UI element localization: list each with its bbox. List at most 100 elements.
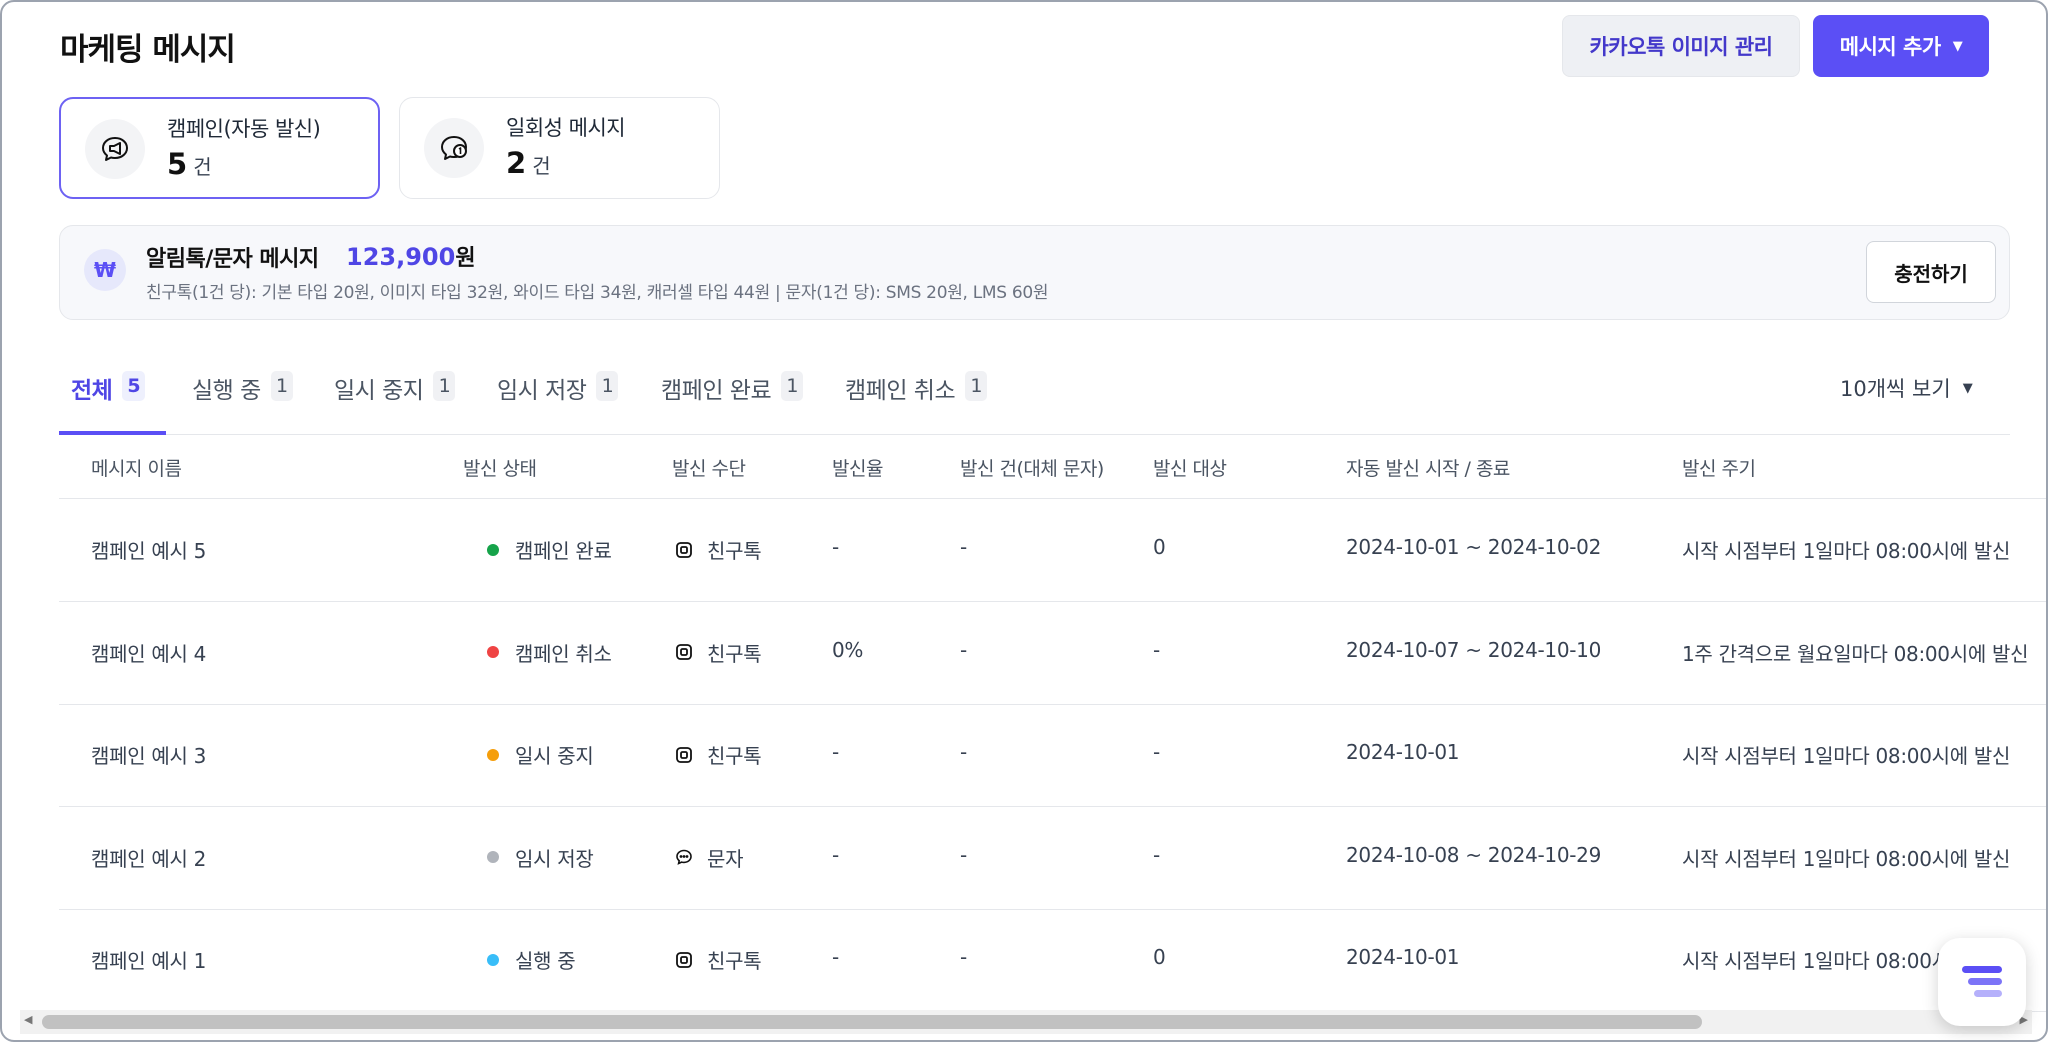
- col-period: 자동 발신 시작 / 종료: [1346, 458, 1510, 480]
- status-label: 캠페인 취소: [515, 641, 612, 666]
- col-rate: 발신율: [832, 458, 883, 480]
- status-label: 캠페인 완료: [515, 539, 612, 563]
- rate-cell: -: [832, 535, 839, 559]
- one-time-stat-card[interactable]: 일회성 메시지 2건: [399, 97, 720, 199]
- table-row[interactable]: 캠페인 예시 1 실행 중 친구톡 - -0 2024-10-01 시작 시점부터 1일마다…: [59, 910, 2046, 1012]
- status-cell: 임시 저장: [487, 843, 594, 872]
- col-target: 발신 대상: [1153, 458, 1227, 480]
- channel-label: 문자: [707, 846, 744, 871]
- friendtalk-icon: [675, 643, 693, 661]
- tab-running[interactable]: 실행 중1: [192, 371, 293, 435]
- period-cell: 2024-10-01: [1346, 945, 1460, 969]
- add-message-button[interactable]: 메시지 추가 ▼: [1813, 15, 1989, 77]
- period-cell: 2024-10-07 ~ 2024-10-10: [1346, 637, 1602, 662]
- cycle-cell: 시작 시점부터 1일마다 08:00시에 발신: [1682, 539, 2011, 563]
- status-dot-icon: [487, 543, 499, 556]
- scrollbar-thumb[interactable]: [42, 1015, 1702, 1029]
- cycle-cell: 시작 시점부터 1일마다 08:00시에 발신: [1682, 846, 2011, 871]
- table-row[interactable]: 캠페인 예시 3 일시 중지 친구톡 - - - 2024-10-01 시작 시점부터 1일마…: [59, 705, 2046, 807]
- scroll-left-icon[interactable]: ◀: [24, 1013, 32, 1026]
- caret-down-icon: ▼: [1962, 380, 1973, 396]
- status-cell: 실행 중: [487, 945, 576, 974]
- status-dot-icon: [487, 851, 499, 863]
- sent-cell: -: [960, 842, 967, 867]
- campaign-stat-count: 5건: [167, 147, 212, 181]
- horizontal-scrollbar[interactable]: ◀ ▶: [20, 1010, 2032, 1034]
- status-cell: 일시 중지: [487, 740, 594, 769]
- table-row[interactable]: 캠페인 예시 2 임시 저장 문자 - - - 2024-10-08 ~ 2024-10-2…: [59, 808, 2046, 910]
- tab-draft[interactable]: 임시 저장 1: [497, 371, 619, 435]
- tab-completed[interactable]: 캠페인 완료 1: [661, 371, 804, 435]
- rate-cell: -: [832, 740, 839, 764]
- cycle-cell: 시작 시점부터 1일마다 08:00시에 발신: [1682, 744, 2011, 768]
- channel-label: 친구톡: [707, 949, 762, 973]
- period-cell: 2024-10-01: [1346, 740, 1460, 764]
- app-window: 마케팅 메시지 카카오톡 이미지 관리 메시지 추가 ▼ 캠페인(자동 발신) …: [0, 0, 2048, 1042]
- channel-label: 친구톡: [707, 641, 762, 666]
- sent-cell: -: [960, 740, 967, 764]
- message-name[interactable]: 캠페인 예시 5: [91, 535, 206, 564]
- friendtalk-icon: [675, 746, 693, 764]
- menu-lines-icon: [1962, 966, 2002, 997]
- period-cell: 2024-10-08 ~ 2024-10-29: [1346, 842, 1602, 867]
- col-cycle: 발신 주기: [1682, 458, 1756, 480]
- channel-label: 친구톡: [707, 539, 762, 563]
- message-name[interactable]: 캠페인 예시 1: [91, 945, 206, 974]
- friendtalk-icon: [675, 951, 693, 969]
- channel-cell: 문자: [675, 843, 744, 872]
- channel-cell: 친구톡: [675, 945, 762, 974]
- sent-cell: -: [960, 945, 967, 969]
- chat-one-icon: [424, 118, 484, 178]
- charge-button[interactable]: 충전하기: [1866, 241, 1996, 303]
- col-channel: 발신 수단: [672, 458, 746, 480]
- sent-cell: -: [960, 535, 967, 559]
- channel-cell: 친구톡: [675, 638, 762, 667]
- kakao-image-manage-button[interactable]: 카카오톡 이미지 관리: [1562, 15, 1800, 77]
- message-name[interactable]: 캠페인 예시 2: [91, 843, 206, 872]
- sent-cell: -: [960, 637, 967, 662]
- col-status: 발신 상태: [463, 458, 537, 480]
- active-tab-underline: [59, 431, 166, 435]
- cycle-cell: 1주 간격으로 월요일마다 08:00시에 발신: [1682, 641, 2029, 666]
- campaign-stat-label: 캠페인(자동 발신): [167, 117, 321, 141]
- message-balance-panel: ₩ 알림톡/문자 메시지 123,900원 친구톡(1건 당): 기본 타입 2…: [59, 225, 2010, 320]
- sms-icon: [675, 848, 693, 866]
- status-tabs: 전체 5 실행 중1 일시 중지 1 임시 저장 1 캠페인 완료 1 캠페인 취소 1 …: [59, 357, 2010, 435]
- target-cell: -: [1153, 740, 1160, 764]
- status-label: 임시 저장: [515, 846, 594, 871]
- target-cell: 0: [1153, 945, 1166, 969]
- status-label: 일시 중지: [515, 744, 594, 768]
- balance-title: 알림톡/문자 메시지: [146, 247, 319, 272]
- status-dot-icon: [487, 646, 499, 658]
- won-icon: ₩: [84, 249, 126, 291]
- target-cell: 0: [1153, 535, 1166, 559]
- status-dot-icon: [487, 748, 499, 761]
- campaign-stat-card[interactable]: 캠페인(자동 발신) 5건: [59, 97, 380, 199]
- add-message-label: 메시지 추가: [1839, 35, 1941, 59]
- message-name[interactable]: 캠페인 예시 4: [91, 638, 206, 667]
- channel-label: 친구톡: [707, 744, 762, 768]
- status-cell: 캠페인 완료: [487, 535, 612, 564]
- status-cell: 캠페인 취소: [487, 638, 612, 667]
- tab-paused[interactable]: 일시 중지 1: [334, 371, 456, 435]
- col-sent: 발신 건(대체 문자): [960, 458, 1104, 480]
- channel-cell: 친구톡: [675, 740, 762, 769]
- tab-cancelled[interactable]: 캠페인 취소 1: [845, 371, 988, 435]
- target-cell: -: [1153, 637, 1160, 662]
- one-time-stat-label: 일회성 메시지: [506, 116, 626, 140]
- table-header: 메시지 이름 발신 상태 발신 수단 발신율 발신 건(대체 문자) 발신 대상…: [59, 436, 2046, 499]
- page-size-select[interactable]: 10개씩 보기 ▼: [1840, 373, 1973, 403]
- megaphone-chat-icon: [85, 119, 145, 179]
- rate-cell: -: [832, 945, 839, 969]
- pricing-description: 친구톡(1건 당): 기본 타입 20원, 이미지 타입 32원, 와이드 타입…: [146, 283, 1049, 303]
- help-chat-button[interactable]: [1938, 938, 2026, 1026]
- balance-amount: 123,900원: [346, 243, 476, 271]
- one-time-stat-count: 2건: [506, 146, 551, 180]
- tab-all[interactable]: 전체 5: [71, 371, 146, 435]
- message-name[interactable]: 캠페인 예시 3: [91, 740, 206, 769]
- table-row[interactable]: 캠페인 예시 4 캠페인 취소 친구톡 0% - - 2024-10-07 ~ 2024-1…: [59, 603, 2046, 705]
- table-row[interactable]: 캠페인 예시 5 캠페인 완료 친구톡 - - 0 2024-10-01 ~ 2024-10…: [59, 500, 2046, 602]
- channel-cell: 친구톡: [675, 535, 762, 564]
- status-label: 실행 중: [515, 949, 576, 973]
- rate-cell: 0%: [832, 637, 864, 662]
